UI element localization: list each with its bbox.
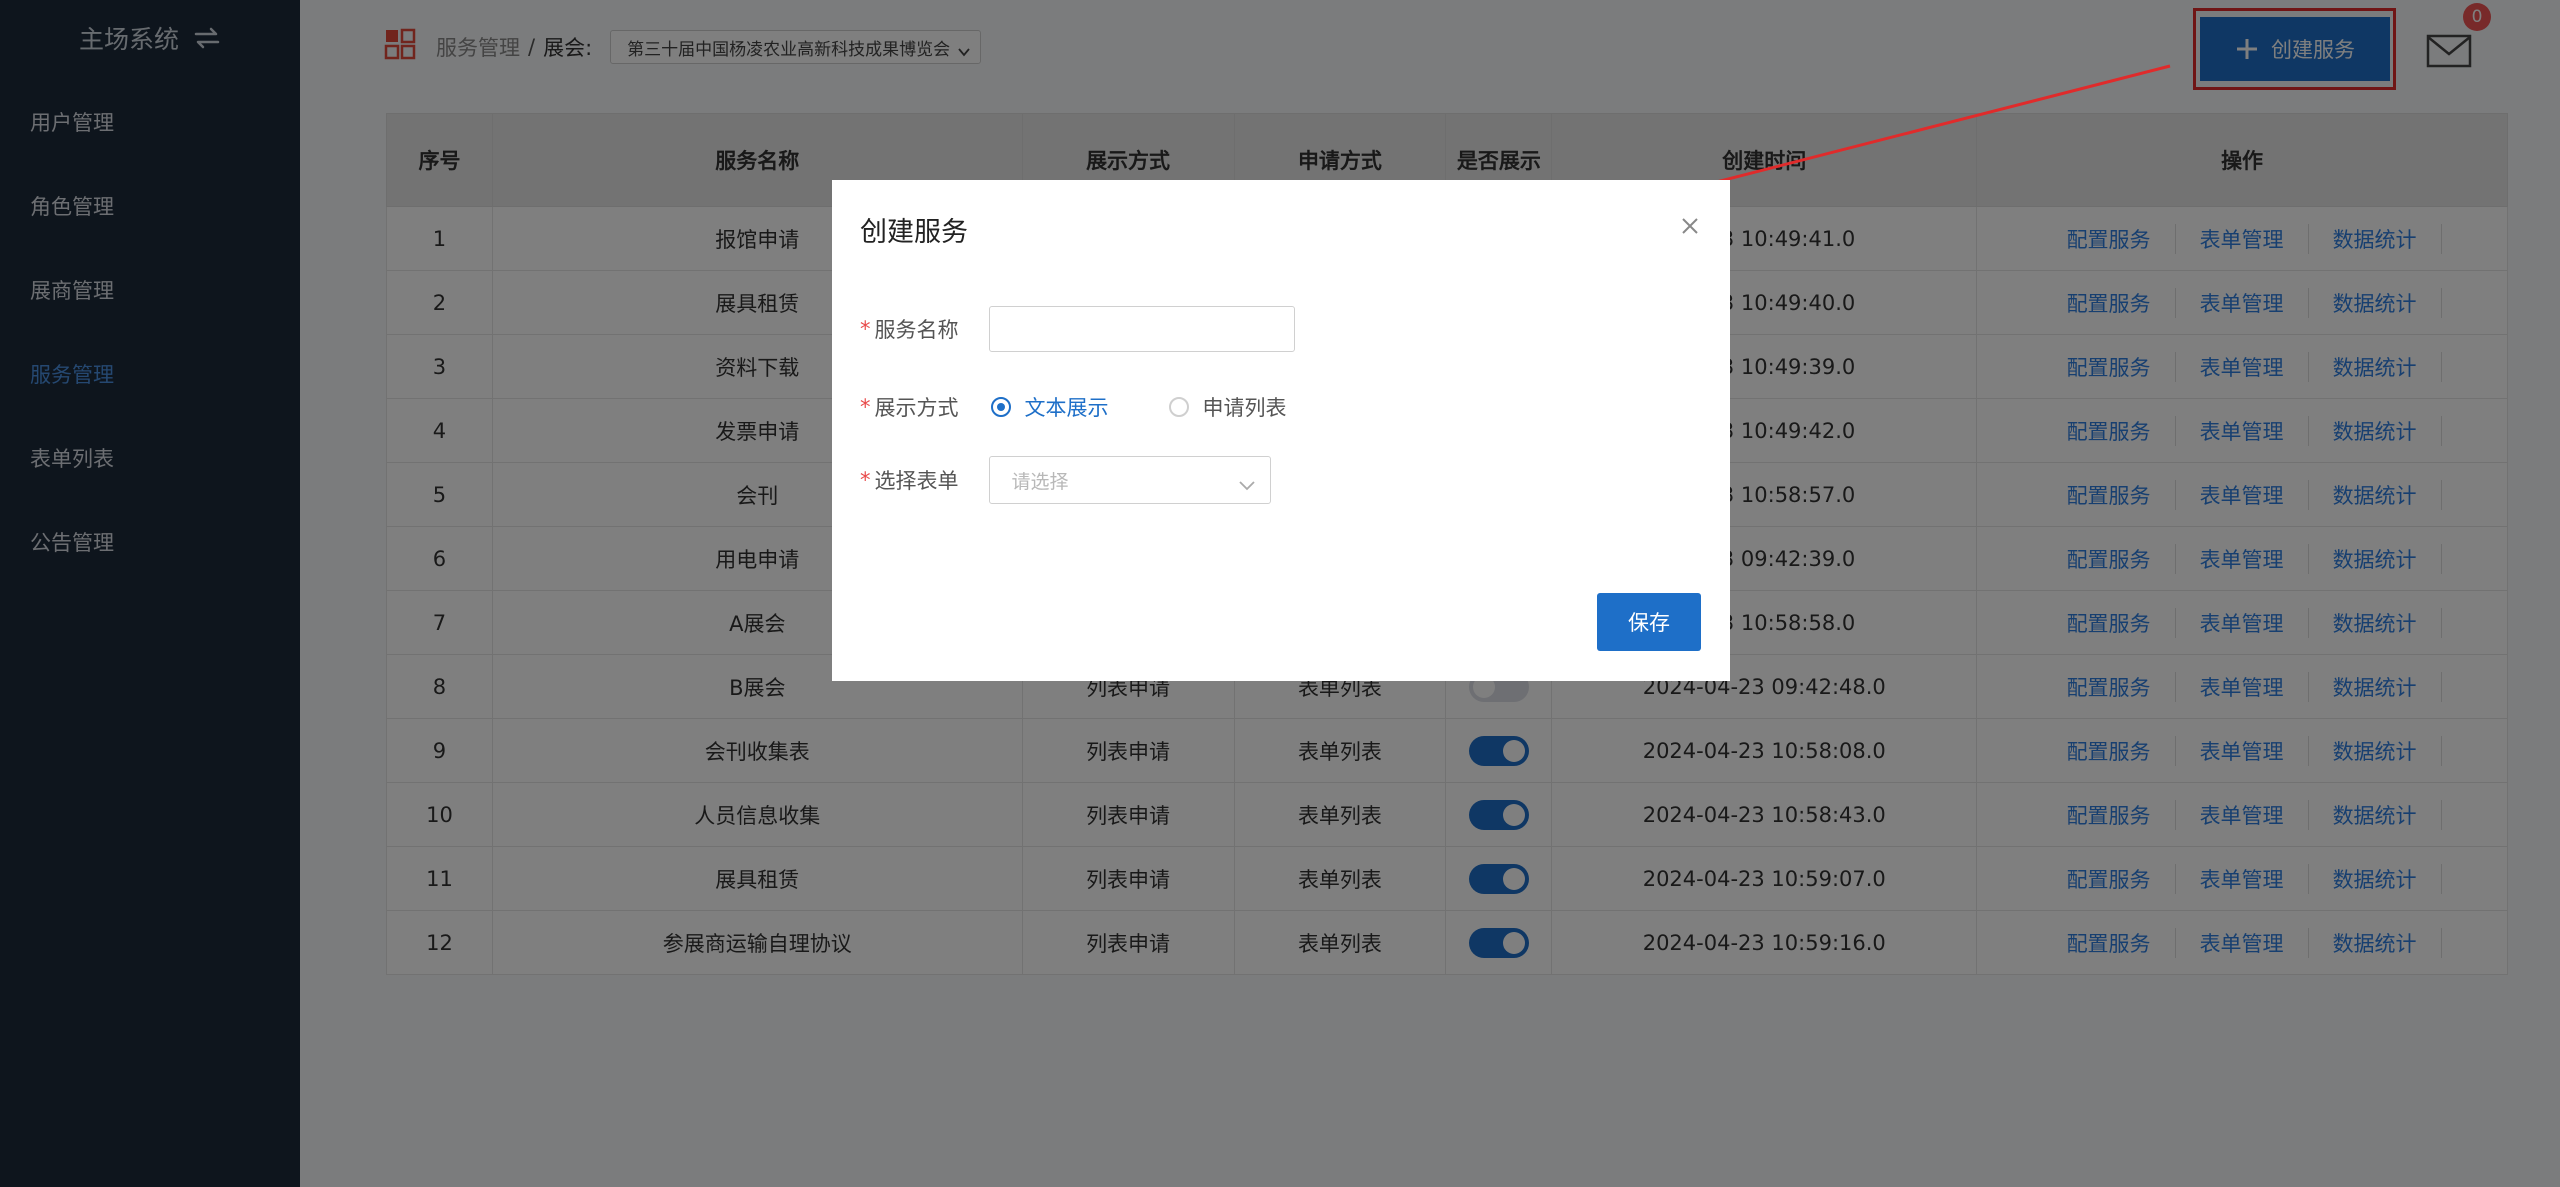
service-name-label: 服务名称 (874, 318, 959, 342)
create-service-dialog: 创建服务 * 服务名称 * 展示方式 文本展示 申请列表 * 选择表单 请选择 … (832, 180, 1730, 681)
save-button[interactable]: 保存 (1597, 593, 1701, 651)
form-row-form: * 选择表单 请选择 (860, 456, 1271, 504)
close-icon[interactable] (1680, 216, 1700, 236)
form-row-name: * 服务名称 (860, 306, 1295, 352)
required-mark: * (860, 317, 871, 341)
radio-text-display-label: 文本展示 (1024, 396, 1109, 420)
service-name-input[interactable] (988, 306, 1295, 352)
form-row-display: * 展示方式 文本展示 申请列表 (860, 392, 1335, 422)
select-form-dropdown[interactable]: 请选择 (988, 456, 1271, 504)
radio-apply-list-label: 申请列表 (1202, 396, 1287, 420)
radio-checked-icon (990, 397, 1011, 417)
select-form-placeholder: 请选择 (1011, 470, 1069, 493)
required-mark: * (860, 395, 871, 419)
radio-text-display[interactable]: 文本展示 (990, 392, 1109, 422)
display-mode-label: 展示方式 (874, 396, 959, 420)
radio-apply-list[interactable]: 申请列表 (1168, 392, 1287, 422)
radio-unchecked-icon (1168, 397, 1189, 417)
select-form-label: 选择表单 (874, 469, 959, 493)
chevron-down-icon (1238, 475, 1256, 491)
dialog-title: 创建服务 (860, 217, 968, 248)
required-mark: * (860, 468, 871, 492)
